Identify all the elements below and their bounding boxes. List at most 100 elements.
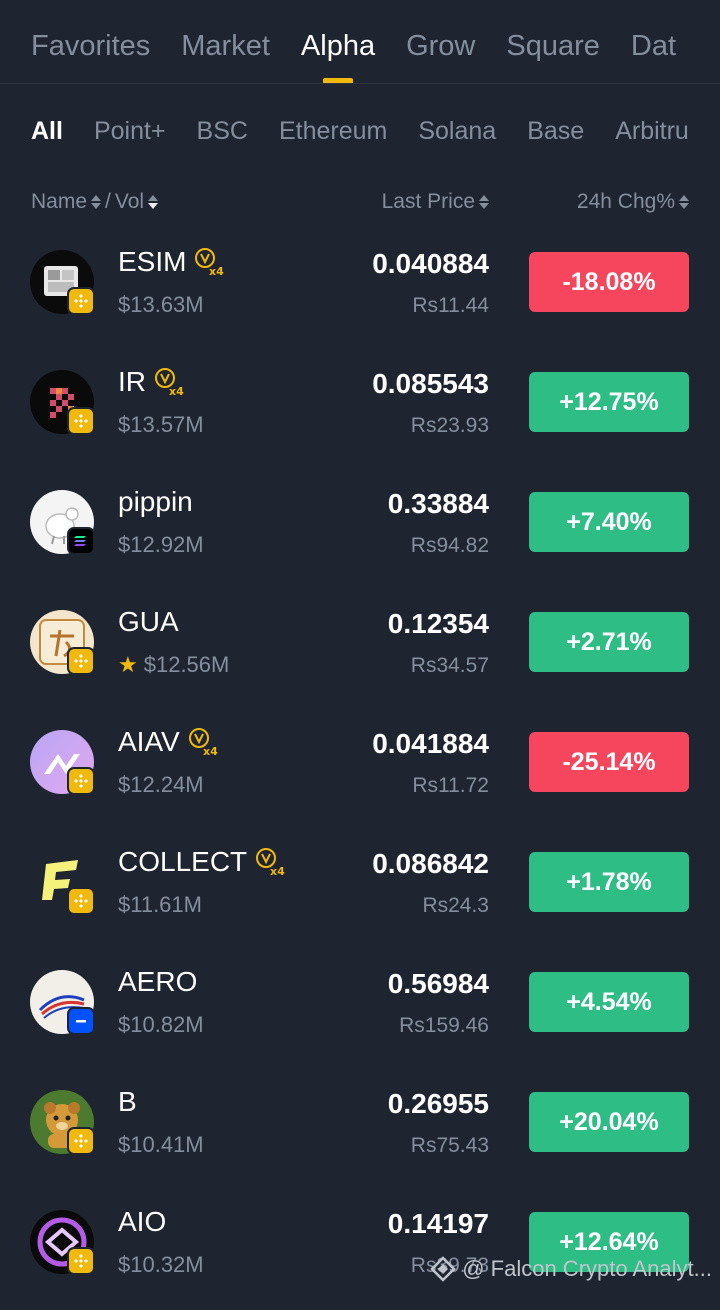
last-price: 0.12354 [387,608,489,639]
bsc-chain-icon [67,1127,95,1155]
alpha-multiplier-badge-icon: x4 [188,728,218,757]
change-badge[interactable]: -18.08% [529,252,689,312]
filter-base[interactable]: Base [527,117,584,146]
watermark: @ Falcon Crypto Analyt... [430,1256,712,1282]
name-vol-sort[interactable]: Name / Vol [31,190,159,214]
star-icon: ★ [118,652,138,677]
fiat-price: Rs34.57 [410,654,489,677]
svg-text:x4: x4 [203,745,218,757]
fiat-price: Rs159.46 [399,1014,489,1037]
symbol-text: AERO [118,966,198,997]
bsc-chain-icon [67,767,95,795]
svg-text:x4: x4 [209,265,224,277]
token-volume: ★ $12.56M [118,652,229,678]
price-sort-icon[interactable] [479,195,489,209]
symbol-text: B [118,1086,137,1117]
token-row[interactable]: AERO $10.82M 0.56984 Rs159.46 +4.54% [0,950,720,1070]
token-volume: $10.82M [118,1012,204,1037]
volume-text: $12.56M [143,652,230,677]
last-price: 0.041884 [372,728,489,759]
column-separator: / [105,190,111,213]
bsc-chain-icon [67,1247,95,1275]
filter-ethereum[interactable]: Ethereum [279,117,387,146]
change-badge[interactable]: +7.40% [529,492,689,552]
tab-grow[interactable]: Grow [406,0,475,83]
change-badge[interactable]: +1.78% [529,852,689,912]
bsc-chain-icon [67,407,95,435]
token-symbol: pippin [118,486,193,518]
tab-market[interactable]: Market [181,0,270,83]
fiat-price: Rs23.93 [410,414,489,437]
solana-chain-icon [67,527,95,555]
fiat-price: Rs11.72 [412,774,489,797]
token-volume: $12.92M [118,532,204,557]
symbol-text: COLLECT [118,846,248,877]
top-tab-bar: Favorites Market Alpha Grow Square Dat [0,0,720,84]
last-price: 0.26955 [387,1088,489,1119]
change-badge[interactable]: -25.14% [529,732,689,792]
last-price: 0.085543 [372,368,489,399]
token-row[interactable]: IR x4 $13.57M 0.085543 Rs23.93 +12.75% [0,350,720,470]
fiat-price: Rs24.3 [422,894,489,917]
tab-data[interactable]: Dat [631,0,676,83]
symbol-text: AIO [118,1206,167,1237]
token-symbol: B [118,1086,137,1118]
alpha-multiplier-badge-icon: x4 [195,248,224,277]
token-volume: $10.41M [118,1132,204,1157]
column-change-label[interactable]: 24h Chg% [577,190,675,214]
symbol-text: pippin [118,486,193,517]
token-row[interactable]: ESIM x4 $13.63M 0.040884 Rs11.44 -18.08% [0,230,720,350]
fiat-price: Rs94.82 [410,534,489,557]
last-price: 0.33884 [387,488,489,519]
filter-all[interactable]: All [31,117,63,146]
change-badge[interactable]: +2.71% [529,612,689,672]
symbol-text: IR [118,366,146,397]
filter-point-plus[interactable]: Point+ [94,117,166,146]
token-symbol: ESIM x4 [118,246,224,278]
change-badge[interactable]: +12.75% [529,372,689,432]
token-list: ESIM x4 $13.63M 0.040884 Rs11.44 -18.08%… [0,230,720,1310]
token-symbol: GUA [118,606,179,638]
column-header: Name / Vol Last Price 24h Chg% [0,184,720,224]
token-row[interactable]: GUA ★ $12.56M 0.12354 Rs34.57 +2.71% [0,590,720,710]
last-price: 0.040884 [372,248,489,279]
token-volume: $11.61M [118,892,202,917]
price-sort[interactable]: Last Price [382,190,489,214]
token-symbol: AIAV x4 [118,726,218,758]
column-vol-label[interactable]: Vol [115,190,144,214]
filter-arbitrum[interactable]: Arbitru [615,117,689,146]
change-sort-icon[interactable] [679,195,689,209]
change-sort[interactable]: 24h Chg% [577,190,689,214]
change-badge[interactable]: +20.04% [529,1092,689,1152]
tab-favorites[interactable]: Favorites [31,0,150,83]
chain-filter-bar: All Point+ BSC Ethereum Solana Base Arbi… [0,100,720,162]
svg-text:x4: x4 [169,385,184,397]
tab-square[interactable]: Square [506,0,600,83]
symbol-text: GUA [118,606,179,637]
svg-text:x4: x4 [270,865,285,877]
token-volume: $13.63M [118,292,204,317]
symbol-text: ESIM [118,246,187,277]
binance-square-icon [430,1256,456,1282]
vol-sort-icon[interactable] [148,195,159,209]
base-chain-icon [67,1007,95,1035]
token-row[interactable]: B $10.41M 0.26955 Rs75.43 +20.04% [0,1070,720,1190]
token-row[interactable]: pippin $12.92M 0.33884 Rs94.82 +7.40% [0,470,720,590]
token-row[interactable]: COLLECT x4 $11.61M 0.086842 Rs24.3 +1.78… [0,830,720,950]
alpha-multiplier-badge-icon: x4 [155,368,184,397]
column-name-label[interactable]: Name [31,190,87,214]
token-volume: $13.57M [118,412,204,437]
filter-bsc[interactable]: BSC [197,117,248,146]
filter-solana[interactable]: Solana [418,117,496,146]
tab-alpha[interactable]: Alpha [301,0,375,83]
token-symbol: AERO [118,966,197,998]
symbol-text: AIAV [118,726,180,757]
name-sort-icon[interactable] [91,195,102,209]
bsc-chain-icon [67,887,95,915]
token-row[interactable]: AIO $10.32M 0.14197 Rs39.73 +12.64% [0,1190,720,1310]
token-row[interactable]: AIAV x4 $12.24M 0.041884 Rs11.72 -25.14% [0,710,720,830]
column-price-label[interactable]: Last Price [382,190,475,214]
watermark-text: @ Falcon Crypto Analyt... [462,1256,712,1281]
change-badge[interactable]: +4.54% [529,972,689,1032]
last-price: 0.56984 [387,968,489,999]
